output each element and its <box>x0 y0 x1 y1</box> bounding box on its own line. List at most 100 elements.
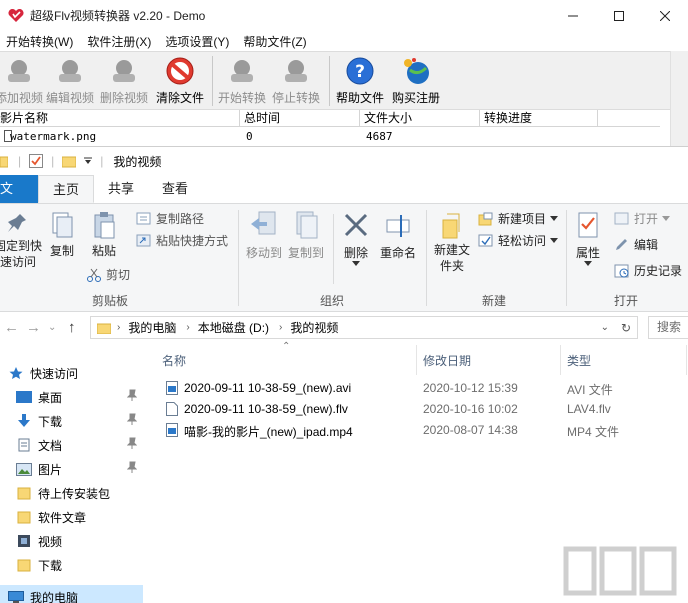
recent-dropdown-icon[interactable]: ⌄ <box>48 322 56 333</box>
tab-share[interactable]: 共享 <box>94 175 148 203</box>
rename-button[interactable]: 重命名 <box>378 210 418 261</box>
app-titlebar: 超级Flv视频转换器 v2.20 - Demo <box>0 0 688 31</box>
tab-view[interactable]: 查看 <box>148 175 202 203</box>
nav-pictures[interactable]: 图片 <box>0 457 143 481</box>
close-button[interactable] <box>642 0 688 31</box>
move-to-button[interactable]: 移动到 <box>244 210 284 261</box>
file-name: 2020-09-11 10-38-59_(new).avi <box>184 381 352 395</box>
explorer-titlebar: | | | 我的视频 <box>0 146 688 175</box>
forward-arrow-icon[interactable]: → <box>26 319 41 336</box>
nav-downloads[interactable]: 下载 <box>0 409 143 433</box>
nav-folder-download[interactable]: 下载 <box>0 553 143 577</box>
buy-register-button[interactable]: 购买注册 <box>388 54 444 108</box>
history-button[interactable]: 历史记录 <box>614 262 682 279</box>
file-name: 2020-09-11 10-38-59_(new).flv <box>184 402 348 416</box>
cut-button[interactable]: 剪切 <box>86 266 130 283</box>
file-row[interactable]: 2020-09-11 10-38-59_(new).flv 2020-10-16… <box>162 399 688 420</box>
refresh-icon[interactable]: ↻ <box>621 321 631 335</box>
chevron-down-icon <box>662 216 671 221</box>
edit-button[interactable]: 编辑 <box>614 236 658 253</box>
menu-register[interactable]: 软件注册(X) <box>87 33 151 50</box>
menu-help[interactable]: 帮助文件(Z) <box>243 33 306 50</box>
toolbar-divider <box>329 56 330 106</box>
delete-video-button[interactable]: 删除视频 <box>98 54 150 108</box>
file-row[interactable]: 2020-09-11 10-38-59_(new).avi 2020-10-12… <box>162 378 688 399</box>
help-file-button[interactable]: ? 帮助文件 <box>334 54 386 108</box>
file-type: LAV4.flv <box>567 402 611 416</box>
breadcrumb-separator: › <box>186 322 190 333</box>
pin-icon[interactable] <box>126 461 138 476</box>
menu-start-convert[interactable]: 开始转换(W) <box>6 33 73 50</box>
properties-check-icon[interactable] <box>29 154 44 168</box>
folder-icon <box>97 323 111 334</box>
stop-convert-button[interactable]: 停止转换 <box>270 54 322 108</box>
copy-button[interactable]: 复制 <box>44 210 80 259</box>
nav-this-pc[interactable]: 我的电脑 <box>0 585 143 603</box>
new-folder-button[interactable]: 新建文件夹 <box>430 210 474 274</box>
new-item-button[interactable]: 新建项目 <box>478 210 559 227</box>
tab-home[interactable]: 主页 <box>38 175 95 203</box>
organize-group-label: 组织 <box>319 294 344 308</box>
pin-icon[interactable] <box>126 389 138 404</box>
col-header-progress[interactable]: 转换进度 <box>480 110 598 127</box>
paste-button[interactable]: 粘贴 <box>86 210 122 259</box>
open-button[interactable]: 打开 <box>614 210 671 227</box>
address-dropdown-icon[interactable]: ⌄ <box>601 322 609 333</box>
new-folder-icon[interactable] <box>62 154 77 168</box>
sort-up-icon: ⌃ <box>282 341 291 352</box>
download-arrow-icon <box>16 413 32 429</box>
breadcrumb-drive-d[interactable]: 本地磁盘 (D:) <box>198 319 269 336</box>
chevron-down-icon <box>550 216 559 221</box>
breadcrumb-videos[interactable]: 我的视频 <box>290 319 338 336</box>
qa-dropdown-icon[interactable] <box>84 157 93 165</box>
start-convert-button[interactable]: 开始转换 <box>216 54 268 108</box>
tab-file[interactable]: 文件 <box>0 175 38 224</box>
search-input[interactable]: 搜索 <box>648 316 688 339</box>
menu-options[interactable]: 选项设置(Y) <box>165 33 229 50</box>
breadcrumb-this-pc[interactable]: 我的电脑 <box>128 319 176 336</box>
column-divider[interactable] <box>686 345 687 375</box>
edit-video-button[interactable]: 编辑视频 <box>44 54 96 108</box>
col-header-type[interactable]: 类型 <box>567 352 591 369</box>
col-header-duration[interactable]: 总时间 <box>240 110 360 127</box>
file-row[interactable]: 喵影-我的影片_(new)_ipad.mp4 2020-08-07 14:38 … <box>162 420 688 441</box>
video-file-icon <box>166 423 178 440</box>
folder-icon <box>0 154 8 168</box>
easy-access-button[interactable]: 轻松访问 <box>478 232 559 249</box>
scissors-icon <box>87 268 101 282</box>
back-arrow-icon[interactable]: ← <box>4 319 19 336</box>
col-header-name[interactable]: 影片名称 <box>0 110 240 127</box>
column-divider[interactable] <box>416 345 417 375</box>
desktop-icon <box>16 389 32 405</box>
pin-quick-access-button[interactable]: 固定到快速访问 <box>0 210 42 270</box>
add-video-button[interactable]: 添加视频 <box>0 54 43 108</box>
table-row[interactable]: watermark.png 0 4687 <box>0 128 660 145</box>
pin-icon[interactable] <box>126 437 138 452</box>
pin-icon[interactable] <box>126 413 138 428</box>
minimize-button[interactable] <box>550 0 596 31</box>
nav-videos[interactable]: 视频 <box>0 529 143 553</box>
clear-files-button[interactable]: 清除文件 <box>154 54 206 108</box>
explorer-title: 我的视频 <box>113 154 162 169</box>
nav-documents[interactable]: 文档 <box>0 433 143 457</box>
copy-to-button[interactable]: 复制到 <box>286 210 326 261</box>
copy-path-button[interactable]: 复制路径 <box>136 210 204 227</box>
up-arrow-icon[interactable]: ↑ <box>68 319 76 336</box>
nav-desktop[interactable]: 桌面 <box>0 385 143 409</box>
address-bar[interactable]: › 我的电脑 › 本地磁盘 (D:) › 我的视频 ⌄ ↻ <box>90 316 638 339</box>
col-header-size[interactable]: 文件大小 <box>360 110 480 127</box>
paste-shortcut-icon <box>136 234 151 246</box>
col-header-date[interactable]: 修改日期 <box>423 352 471 369</box>
app-scrollbar[interactable] <box>670 51 688 146</box>
properties-button[interactable]: 属性 <box>570 210 606 266</box>
nav-folder-pending[interactable]: 待上传安装包 <box>0 481 143 505</box>
delete-button[interactable]: 删除 <box>338 210 374 266</box>
column-divider[interactable] <box>560 345 561 375</box>
breadcrumb-separator: › <box>117 322 121 333</box>
maximize-button[interactable] <box>596 0 642 31</box>
nav-quick-access[interactable]: 快速访问 <box>0 361 143 385</box>
paste-shortcut-button[interactable]: 粘贴快捷方式 <box>136 232 228 249</box>
nav-folder-articles[interactable]: 软件文章 <box>0 505 143 529</box>
help-icon: ? <box>343 56 377 86</box>
col-header-name[interactable]: 名称 <box>162 352 186 369</box>
